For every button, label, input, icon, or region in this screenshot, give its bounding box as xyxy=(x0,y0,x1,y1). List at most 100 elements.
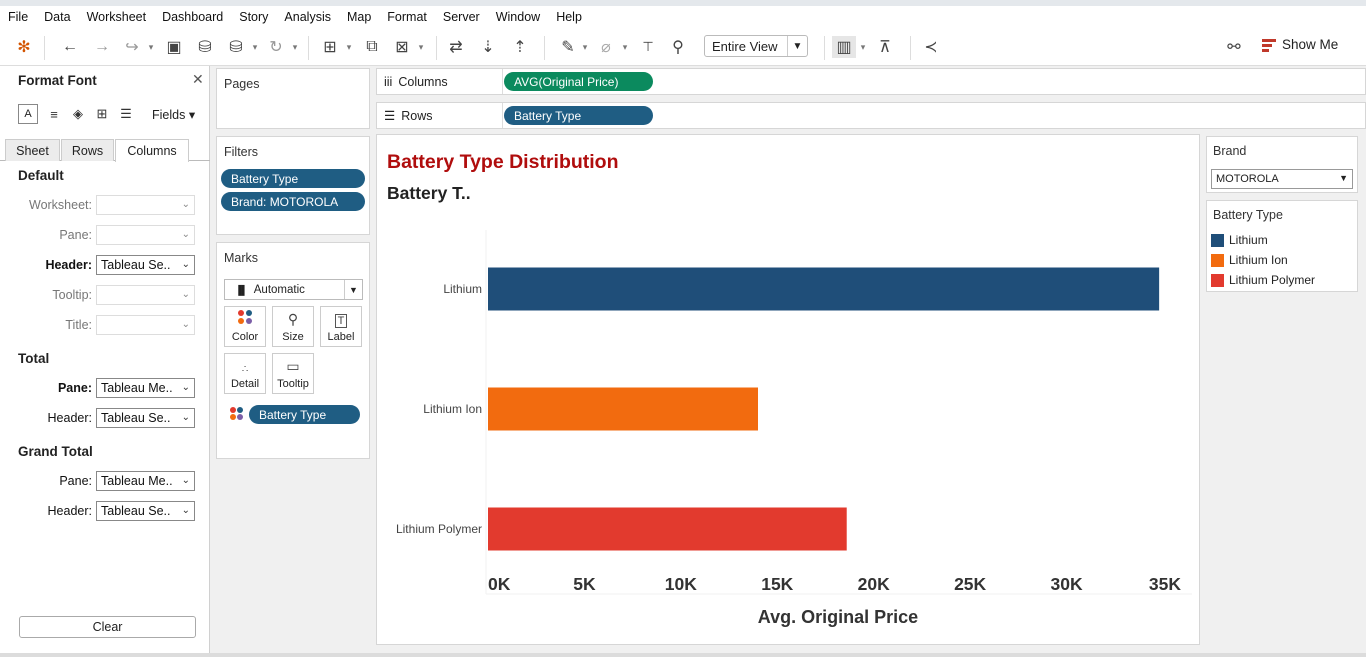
tab-sheet[interactable]: Sheet xyxy=(5,139,60,161)
show-me-button[interactable]: Show Me xyxy=(1262,37,1338,52)
menu-help[interactable]: Help xyxy=(556,10,582,24)
close-icon[interactable]: ✕ xyxy=(192,71,204,88)
tab-columns[interactable]: Columns xyxy=(115,139,189,162)
menu-analysis[interactable]: Analysis xyxy=(284,10,331,24)
swap-rows-columns-icon[interactable]: ⇄ xyxy=(446,36,466,58)
binoculars-icon[interactable]: ⚯ xyxy=(1222,36,1246,58)
chevron-down-icon: ⌄ xyxy=(181,505,190,516)
label-button[interactable]: T Label xyxy=(320,306,362,347)
detail-button[interactable]: ∴ Detail xyxy=(224,353,266,394)
save-icon[interactable]: ▣ xyxy=(164,36,184,58)
chevron-down-icon: ⌄ xyxy=(181,229,190,240)
replay-dropdown-icon[interactable]: ▾ xyxy=(146,36,156,58)
filters-card: Filters Battery Type Brand: MOTOROLA xyxy=(216,136,370,235)
clear-dropdown-icon[interactable]: ▾ xyxy=(416,36,426,58)
row-grand-pane: Pane: Tableau Me.. ⌄ xyxy=(0,471,210,491)
fix-axes-icon[interactable]: ⚲ xyxy=(668,36,688,58)
menu-story[interactable]: Story xyxy=(239,10,268,24)
menu-bar: File Data Worksheet Dashboard Story Anal… xyxy=(0,6,1366,28)
lines-icon[interactable]: ☰ xyxy=(118,105,134,123)
clear-sheet-icon[interactable]: ⊠ xyxy=(392,36,412,58)
sort-ascending-icon[interactable]: ⇣ xyxy=(478,36,498,58)
menu-worksheet[interactable]: Worksheet xyxy=(87,10,147,24)
tableau-logo-icon[interactable]: ✻ xyxy=(14,36,34,58)
cards-toggle-icon[interactable]: ▥ xyxy=(832,36,856,58)
legend-item[interactable]: Lithium Polymer xyxy=(1211,273,1315,287)
row-worksheet: Worksheet: ⌄ xyxy=(0,195,210,215)
grand-pane-font-select[interactable]: Tableau Me.. ⌄ xyxy=(96,471,195,491)
tooltip-button[interactable]: ▭ Tooltip xyxy=(272,353,314,394)
group-members-icon[interactable]: ⌀ xyxy=(596,36,616,58)
total-pane-font-select[interactable]: Tableau Me.. ⌄ xyxy=(96,378,195,398)
x-tick-label: 15K xyxy=(761,574,793,594)
alignment-icon[interactable]: ≡ xyxy=(46,105,62,123)
brand-filter-select[interactable]: MOTOROLA ▼ xyxy=(1211,169,1353,189)
total-header-font-select[interactable]: Tableau Se.. ⌄ xyxy=(96,408,195,428)
color-button[interactable]: Color xyxy=(224,306,266,347)
duplicate-sheet-icon[interactable]: ⧉ xyxy=(362,36,382,58)
bar-lithium[interactable] xyxy=(488,267,1160,311)
filter-pill-brand[interactable]: Brand: MOTOROLA xyxy=(221,192,365,211)
header-font-value: Tableau Se.. xyxy=(101,258,171,272)
x-tick-label: 10K xyxy=(665,574,697,594)
new-datasource-icon[interactable]: ⛁ xyxy=(195,36,215,58)
group-dropdown-icon[interactable]: ▾ xyxy=(620,36,630,58)
cards-dropdown-icon[interactable]: ▾ xyxy=(858,36,868,58)
menu-file[interactable]: File xyxy=(8,10,28,24)
redo-icon[interactable]: → xyxy=(92,36,112,58)
menu-window[interactable]: Window xyxy=(496,10,540,24)
legend-item[interactable]: Lithium Ion xyxy=(1211,253,1288,267)
font-format-icon[interactable]: A xyxy=(18,104,38,124)
highlight-dropdown-icon[interactable]: ▾ xyxy=(580,36,590,58)
menu-dashboard[interactable]: Dashboard xyxy=(162,10,223,24)
filter-pill-battery-type[interactable]: Battery Type xyxy=(221,169,365,188)
header-font-select[interactable]: Tableau Se.. ⌄ xyxy=(96,255,195,275)
pane-font-select[interactable]: ⌄ xyxy=(96,225,195,245)
shading-icon[interactable]: ◈ xyxy=(70,105,86,123)
fields-dropdown[interactable]: Fields ▾ xyxy=(152,107,195,122)
menu-data[interactable]: Data xyxy=(44,10,70,24)
brand-filter-value: MOTOROLA xyxy=(1216,173,1279,185)
pause-dropdown-icon[interactable]: ▾ xyxy=(250,36,260,58)
rows-pill[interactable]: Battery Type xyxy=(504,106,653,125)
replay-icon[interactable]: ↪ xyxy=(122,36,142,58)
bar-lithium-ion[interactable] xyxy=(488,387,758,431)
marks-color-pill[interactable]: Battery Type xyxy=(249,405,360,424)
refresh-dropdown-icon[interactable]: ▾ xyxy=(290,36,300,58)
x-tick-label: 5K xyxy=(573,574,596,594)
mark-type-dropdown[interactable]: ▐▌ Automatic ▼ xyxy=(224,279,363,300)
new-worksheet-dropdown-icon[interactable]: ▾ xyxy=(344,36,354,58)
legend-item[interactable]: Lithium xyxy=(1211,233,1268,247)
toolbar: ✻ ← → ↪ ▾ ▣ ⛁ ⛁ ▾ ↻ ▾ ⊞ ▾ ⧉ ⊠ ▾ ⇄ ⇣ ⇡ ✎ … xyxy=(0,28,1366,66)
columns-pill[interactable]: AVG(Original Price) xyxy=(504,72,653,91)
show-mark-labels-icon[interactable]: ⊤ xyxy=(638,36,658,58)
x-tick-label: 30K xyxy=(1051,574,1083,594)
bar-chart[interactable]: Lithium Lithium Ion Lithium Polymer 0K 5K 10K… xyxy=(377,135,1199,644)
menu-map[interactable]: Map xyxy=(347,10,371,24)
worksheet-font-select[interactable]: ⌄ xyxy=(96,195,195,215)
presentation-mode-icon[interactable]: ⊼ xyxy=(874,36,896,58)
borders-icon[interactable]: ⊞ xyxy=(94,105,110,123)
bar-lithium-polymer[interactable] xyxy=(488,507,847,551)
undo-icon[interactable]: ← xyxy=(60,36,80,58)
fit-dropdown[interactable]: Entire View ▼ xyxy=(704,35,808,57)
menu-server[interactable]: Server xyxy=(443,10,480,24)
pages-card[interactable]: Pages xyxy=(216,68,370,129)
share-icon[interactable]: ≺ xyxy=(920,36,942,58)
section-grand-total-title: Grand Total xyxy=(18,444,93,459)
row-tooltip: Tooltip: ⌄ xyxy=(0,285,210,305)
menu-format[interactable]: Format xyxy=(387,10,427,24)
refresh-icon[interactable]: ↻ xyxy=(266,36,286,58)
size-button[interactable]: ⚲ Size xyxy=(272,306,314,347)
sort-descending-icon[interactable]: ⇡ xyxy=(510,36,530,58)
clear-button[interactable]: Clear xyxy=(19,616,196,638)
title-font-select[interactable]: ⌄ xyxy=(96,315,195,335)
grand-header-font-select[interactable]: Tableau Se.. ⌄ xyxy=(96,501,195,521)
pause-updates-icon[interactable]: ⛁ xyxy=(226,36,246,58)
chevron-down-icon: ▼ xyxy=(787,36,807,56)
highlight-icon[interactable]: ✎ xyxy=(558,36,578,58)
new-worksheet-icon[interactable]: ⊞ xyxy=(320,36,340,58)
tooltip-font-select[interactable]: ⌄ xyxy=(96,285,195,305)
marks-title: Marks xyxy=(224,251,259,265)
tab-rows[interactable]: Rows xyxy=(61,139,114,161)
